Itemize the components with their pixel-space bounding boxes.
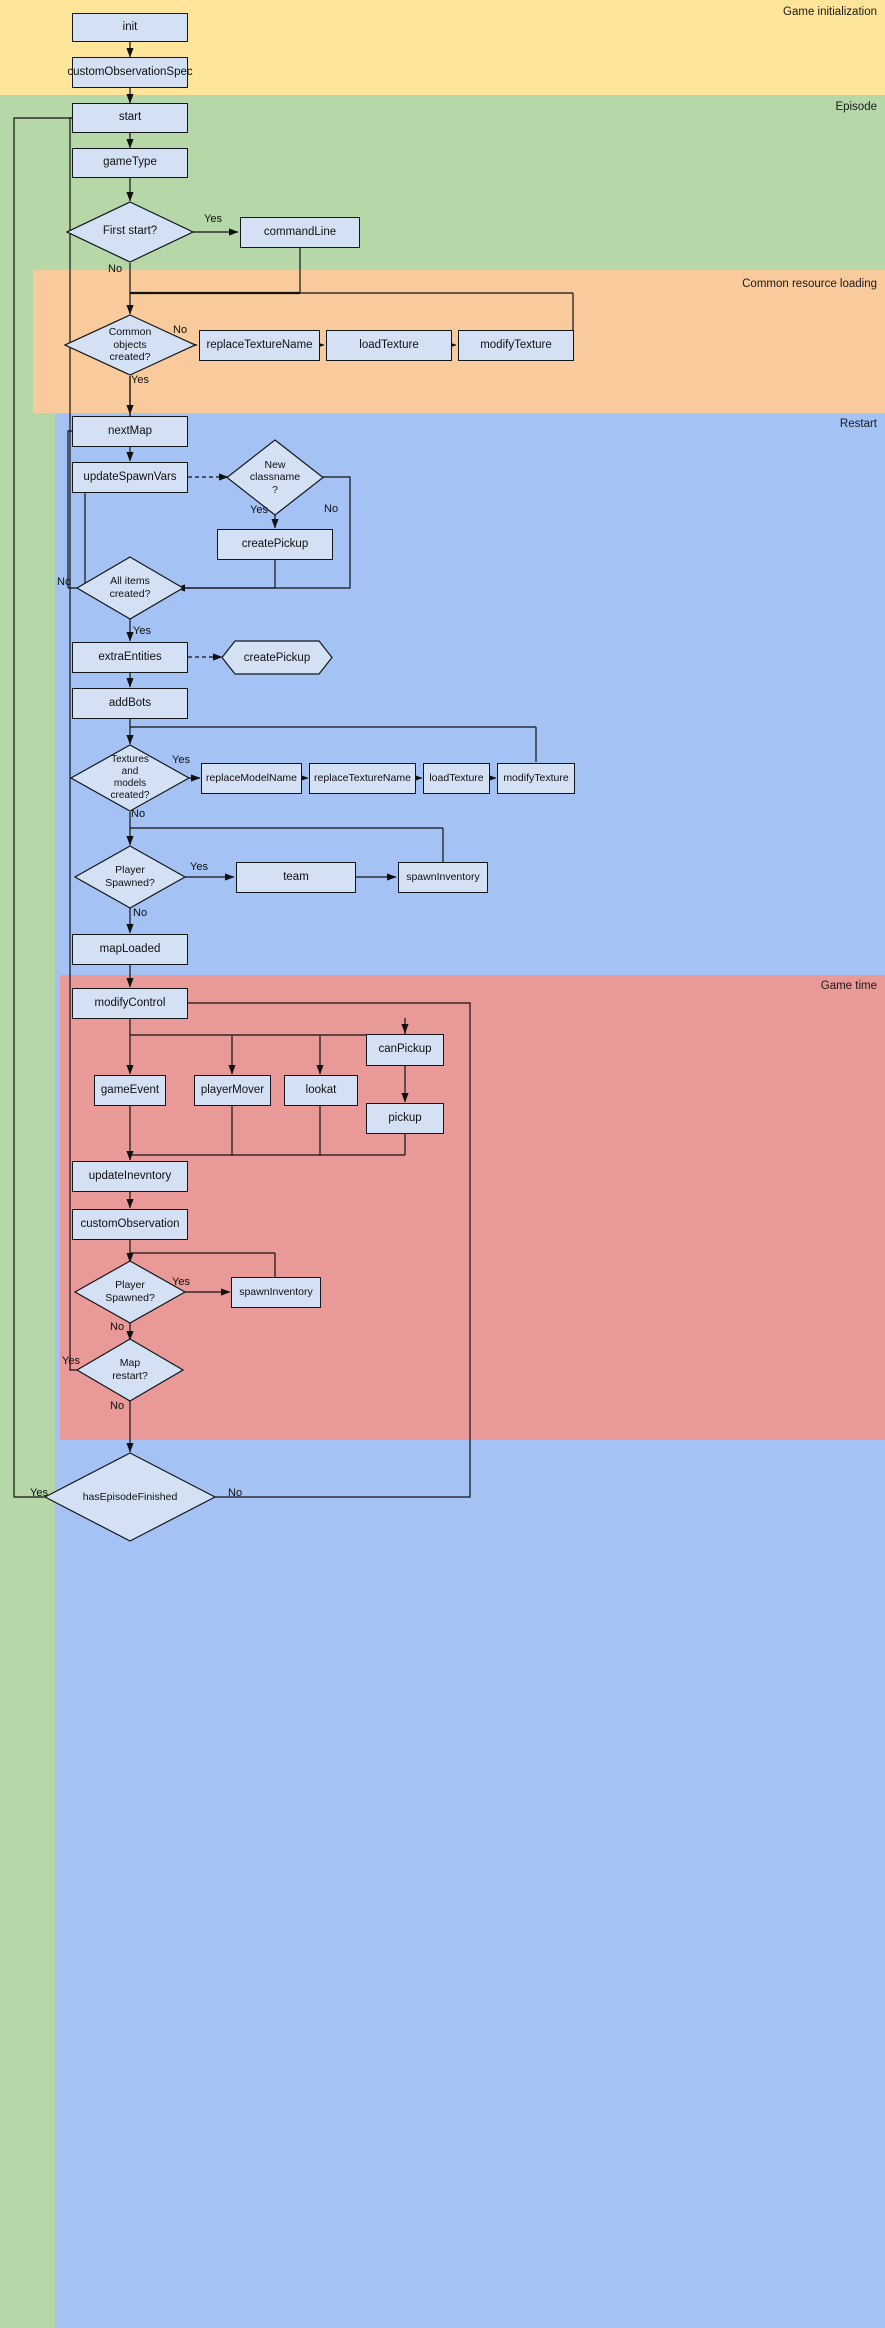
node-game-event[interactable]: gameEvent bbox=[94, 1075, 166, 1106]
edge-label-has-episode-finished-no: No bbox=[228, 1487, 243, 1499]
node-load-texture-1[interactable]: loadTexture bbox=[326, 330, 452, 361]
edge-label-new-classname-yes: Yes bbox=[250, 504, 268, 516]
node-first-start[interactable]: First start? bbox=[66, 201, 194, 263]
node-all-items-created-label: All items created? bbox=[109, 575, 151, 600]
node-extra-entities[interactable]: extraEntities bbox=[72, 642, 188, 673]
edge-label-map-restart-no: No bbox=[110, 1400, 125, 1412]
node-init[interactable]: init bbox=[72, 13, 188, 42]
node-modify-texture-2[interactable]: modifyTexture bbox=[497, 763, 575, 794]
node-first-start-label: First start? bbox=[102, 225, 158, 238]
node-modify-texture-1[interactable]: modifyTexture bbox=[458, 330, 574, 361]
node-all-items-created[interactable]: All items created? bbox=[76, 556, 184, 620]
edge-label-player-spawned-1-no: No bbox=[133, 907, 148, 919]
edge-label-map-restart-yes: Yes bbox=[62, 1355, 80, 1367]
node-has-episode-finished-label: hasEpisodeFinished bbox=[82, 1490, 178, 1503]
edge-label-all-items-yes: Yes bbox=[133, 625, 151, 637]
node-new-classname-label: New classname ? bbox=[249, 458, 301, 496]
edge-label-player-spawned-1-yes: Yes bbox=[190, 861, 208, 873]
node-custom-observation[interactable]: customObservation bbox=[72, 1209, 188, 1240]
node-replace-texture-name-1[interactable]: replaceTextureName bbox=[199, 330, 320, 361]
node-update-inventory[interactable]: updateInevntory bbox=[72, 1161, 188, 1192]
node-player-spawned-2-label: Player Spawned? bbox=[105, 1279, 155, 1304]
node-spawn-inventory-2[interactable]: spawnInventory bbox=[231, 1277, 321, 1308]
node-create-pickup-2-label: createPickup bbox=[243, 651, 311, 664]
node-player-spawned-1-label: Player Spawned? bbox=[105, 864, 155, 889]
node-map-restart-label: Map restart? bbox=[112, 1357, 148, 1382]
node-map-loaded[interactable]: mapLoaded bbox=[72, 934, 188, 965]
node-update-spawn-vars[interactable]: updateSpawnVars bbox=[72, 462, 188, 493]
node-player-spawned-2[interactable]: Player Spawned? bbox=[74, 1260, 186, 1324]
node-spawn-inventory-1[interactable]: spawnInventory bbox=[398, 862, 488, 893]
node-player-mover[interactable]: playerMover bbox=[194, 1075, 271, 1106]
edge-label-new-classname-no: No bbox=[324, 503, 339, 515]
edge-label-textures-no: No bbox=[131, 808, 146, 820]
node-has-episode-finished[interactable]: hasEpisodeFinished bbox=[44, 1452, 216, 1542]
node-create-pickup-1[interactable]: createPickup bbox=[217, 529, 333, 560]
edge-label-player-spawned-2-no: No bbox=[110, 1321, 125, 1333]
node-replace-texture-name-2[interactable]: replaceTextureName bbox=[309, 763, 416, 794]
node-create-pickup-2[interactable]: createPickup bbox=[221, 640, 333, 675]
node-command-line[interactable]: commandLine bbox=[240, 217, 360, 248]
edge-label-first-start-yes: Yes bbox=[204, 213, 222, 225]
node-next-map[interactable]: nextMap bbox=[72, 416, 188, 447]
node-lookat[interactable]: lookat bbox=[284, 1075, 358, 1106]
node-custom-observation-spec[interactable]: customObservationSpec bbox=[67, 57, 193, 88]
node-map-restart[interactable]: Map restart? bbox=[76, 1338, 184, 1402]
node-pickup[interactable]: pickup bbox=[366, 1103, 444, 1134]
node-player-spawned-1[interactable]: Player Spawned? bbox=[74, 845, 186, 909]
node-game-type[interactable]: gameType bbox=[72, 148, 188, 178]
node-modify-control[interactable]: modifyControl bbox=[72, 988, 188, 1019]
node-load-texture-2[interactable]: loadTexture bbox=[423, 763, 490, 794]
node-new-classname[interactable]: New classname ? bbox=[226, 439, 324, 516]
edge-label-first-start-no: No bbox=[108, 263, 123, 275]
edge-label-common-objects-yes: Yes bbox=[131, 374, 149, 386]
edge-label-common-objects-no: No bbox=[173, 324, 188, 336]
node-start[interactable]: start bbox=[72, 103, 188, 133]
node-replace-model-name[interactable]: replaceModelName bbox=[201, 763, 302, 794]
node-team[interactable]: team bbox=[236, 862, 356, 893]
flowchart-canvas: Game initialization Episode Common resou… bbox=[0, 0, 885, 2328]
node-add-bots[interactable]: addBots bbox=[72, 688, 188, 719]
edge-label-textures-yes: Yes bbox=[172, 754, 190, 766]
edge-label-all-items-no: No bbox=[57, 576, 72, 588]
node-can-pickup[interactable]: canPickup bbox=[366, 1034, 444, 1066]
edge-label-player-spawned-2-yes: Yes bbox=[172, 1276, 190, 1288]
edge-label-has-episode-finished-yes: Yes bbox=[30, 1487, 48, 1499]
